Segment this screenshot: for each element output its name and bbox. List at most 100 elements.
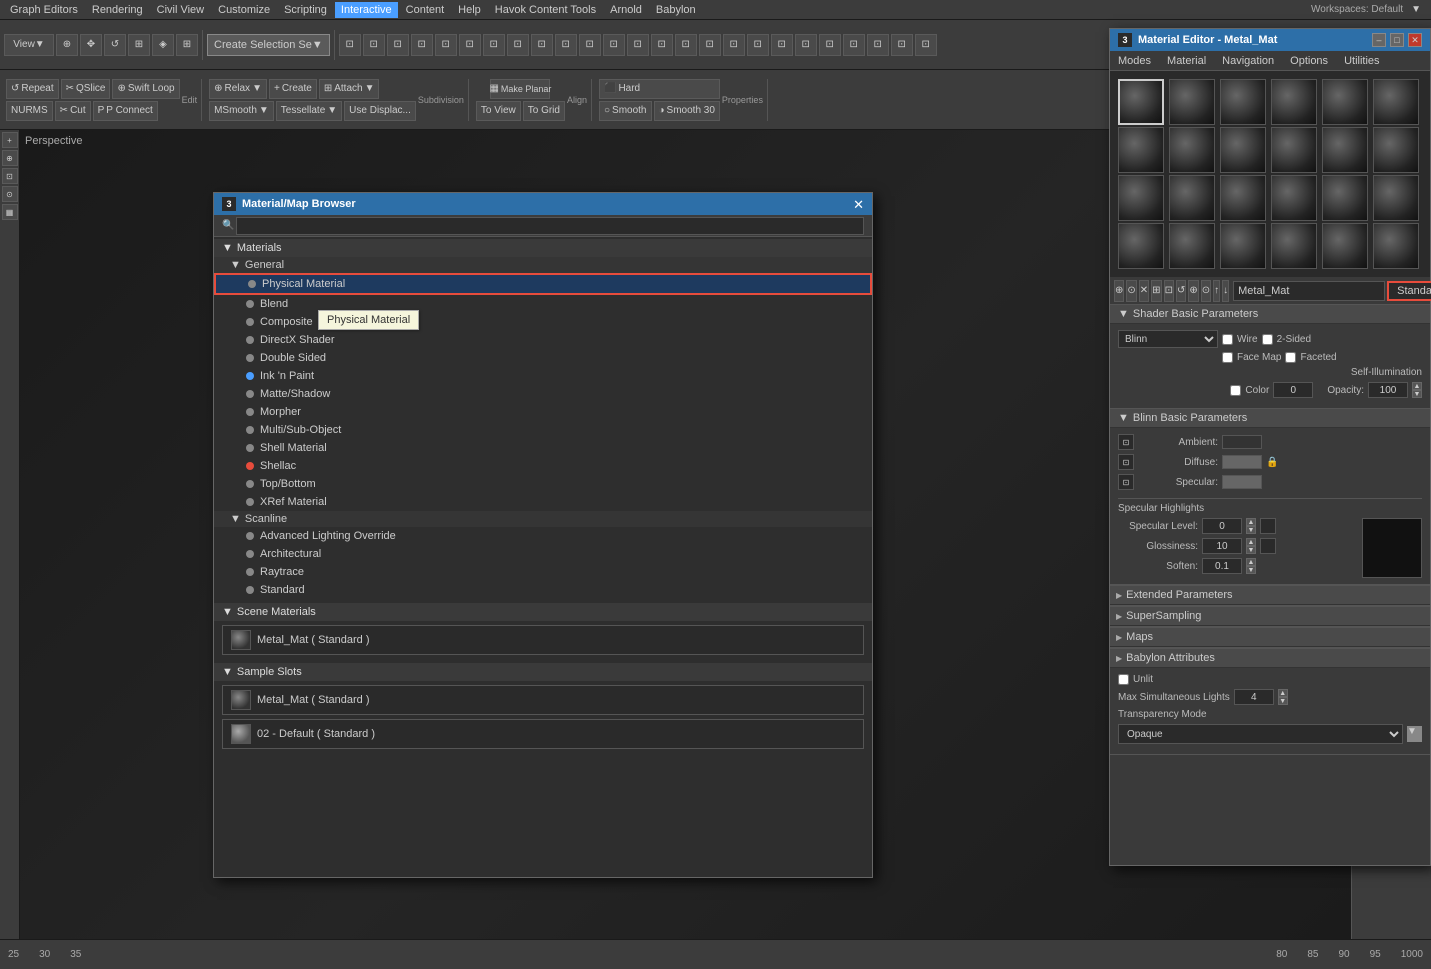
snap15-icon[interactable]: ⊡ (675, 34, 697, 56)
sphere-cell-7[interactable] (1118, 127, 1164, 173)
menu-arnold[interactable]: Arnold (604, 2, 648, 18)
select-icon[interactable]: ⊕ (56, 34, 78, 56)
sphere-cell-2[interactable] (1169, 79, 1215, 125)
cut-btn[interactable]: ✂ Cut (55, 101, 91, 121)
mat-get-material[interactable]: ⊕ (1114, 280, 1124, 302)
menu-rendering[interactable]: Rendering (86, 2, 149, 18)
ambient-map-btn[interactable]: ⊡ (1118, 434, 1134, 450)
scene-materials-header[interactable]: ▼ Scene Materials (214, 603, 872, 621)
specular-map-btn[interactable]: ⊡ (1118, 474, 1134, 490)
diffuse-map-btn[interactable]: ⊡ (1118, 454, 1134, 470)
mat-delete[interactable]: ✕ (1139, 280, 1149, 302)
glossiness-map[interactable] (1260, 538, 1276, 554)
left-btn-2[interactable]: ⊕ (2, 150, 18, 166)
sphere-cell-22[interactable] (1271, 223, 1317, 269)
snap5-icon[interactable]: ⊡ (435, 34, 457, 56)
directx-item[interactable]: DirectX Shader (214, 331, 872, 349)
metal-mat-scene-item[interactable]: Metal_Mat ( Standard ) (222, 625, 864, 655)
opacity-down[interactable]: ▼ (1412, 390, 1422, 398)
soften-value[interactable] (1202, 558, 1242, 574)
shellac-item[interactable]: Shellac (214, 457, 872, 475)
ambient-swatch[interactable] (1222, 435, 1262, 449)
snap4-icon[interactable]: ⊡ (411, 34, 433, 56)
snap9-icon[interactable]: ⊡ (531, 34, 553, 56)
mat-menu-material[interactable]: Material (1159, 53, 1214, 69)
rotate-icon[interactable]: ↺ (104, 34, 126, 56)
menu-customize[interactable]: Customize (212, 2, 276, 18)
mat-copy[interactable]: ⊞ (1151, 280, 1161, 302)
smooth-btn[interactable]: ○ Smooth (599, 101, 652, 121)
max-lights-up[interactable]: ▲ (1278, 689, 1288, 697)
double-sided-item[interactable]: Double Sided (214, 349, 872, 367)
align-icon[interactable]: ⊞ (176, 34, 198, 56)
opacity-spinner[interactable]: ▲ ▼ (1412, 382, 1422, 398)
sphere-cell-8[interactable] (1169, 127, 1215, 173)
sphere-cell-13[interactable] (1118, 175, 1164, 221)
glossiness-value[interactable] (1202, 538, 1242, 554)
menu-graph-editors[interactable]: Graph Editors (4, 2, 84, 18)
face-map-checkbox[interactable] (1222, 352, 1233, 363)
use-displace-btn[interactable]: Use Displac... (344, 101, 416, 121)
mat-select-by[interactable]: ⊙ (1201, 280, 1211, 302)
snap13-icon[interactable]: ⊡ (627, 34, 649, 56)
soften-spinner[interactable]: ▲ ▼ (1246, 558, 1256, 574)
spec-level-value[interactable] (1202, 518, 1242, 534)
hard-btn[interactable]: ⬛ Hard (599, 79, 720, 99)
spec-level-spinner[interactable]: ▲ ▼ (1246, 518, 1256, 534)
tessellate-btn[interactable]: Tessellate ▼ (276, 101, 342, 121)
snap2-icon[interactable]: ⊡ (363, 34, 385, 56)
architectural-item[interactable]: Architectural (214, 545, 872, 563)
rendersetup-icon[interactable]: ⊡ (867, 34, 889, 56)
mat-unique[interactable]: ⊡ (1164, 280, 1174, 302)
left-btn-4[interactable]: ⊙ (2, 186, 18, 202)
snap17-icon[interactable]: ⊡ (723, 34, 745, 56)
sphere-cell-19[interactable] (1118, 223, 1164, 269)
sphere-cell-6[interactable] (1373, 79, 1419, 125)
qslice-btn[interactable]: ✂ QSlice (61, 79, 111, 99)
snap3-icon[interactable]: ⊡ (387, 34, 409, 56)
sphere-cell-3[interactable] (1220, 79, 1266, 125)
glossiness-spinner[interactable]: ▲ ▼ (1246, 538, 1256, 554)
scale-icon[interactable]: ⊞ (128, 34, 150, 56)
max-lights-down[interactable]: ▼ (1278, 697, 1288, 705)
render-icon[interactable]: ⊡ (771, 34, 793, 56)
opacity-value[interactable] (1368, 382, 1408, 398)
create-selection-button[interactable]: Create Selection Se ▼ (207, 34, 330, 56)
snap8-icon[interactable]: ⊡ (507, 34, 529, 56)
blend-item[interactable]: Blend (214, 295, 872, 313)
xref-material-item[interactable]: XRef Material (214, 493, 872, 511)
two-sided-checkbox[interactable] (1262, 334, 1273, 345)
multi-sub-item[interactable]: Multi/Sub-Object (214, 421, 872, 439)
dialog-close-button[interactable]: ✕ (853, 198, 864, 211)
left-btn-1[interactable]: + (2, 132, 18, 148)
renderframe-icon[interactable]: ⊡ (819, 34, 841, 56)
snap7-icon[interactable]: ⊡ (483, 34, 505, 56)
menu-content[interactable]: Content (400, 2, 451, 18)
sphere-cell-4[interactable] (1271, 79, 1317, 125)
sphere-cell-16[interactable] (1271, 175, 1317, 221)
material-search-input[interactable] (236, 217, 864, 235)
nurms-btn[interactable]: NURMS (6, 101, 53, 121)
mat-menu-modes[interactable]: Modes (1110, 53, 1159, 69)
blinn-basic-header[interactable]: ▼ Blinn Basic Parameters (1110, 409, 1430, 428)
swift-loop-btn[interactable]: ⊕ Swift Loop (112, 79, 179, 99)
sphere-cell-14[interactable] (1169, 175, 1215, 221)
mat-editor-icon[interactable]: ⊡ (843, 34, 865, 56)
material-type-badge[interactable]: Standard (1387, 281, 1431, 301)
sphere-cell-20[interactable] (1169, 223, 1215, 269)
matte-shadow-item[interactable]: Matte/Shadow (214, 385, 872, 403)
mat-put-material[interactable]: ⊙ (1126, 280, 1136, 302)
create-btn[interactable]: + Create (269, 79, 317, 99)
renderprev-icon[interactable]: ⊡ (795, 34, 817, 56)
smooth30-btn[interactable]: ◑ Smooth 30 (654, 101, 720, 121)
spec-level-up[interactable]: ▲ (1246, 518, 1256, 526)
sphere-cell-21[interactable] (1220, 223, 1266, 269)
snap16-icon[interactable]: ⊡ (699, 34, 721, 56)
menu-babylon[interactable]: Babylon (650, 2, 702, 18)
transparency-mode-select[interactable]: Opaque Alpha Test Alpha Blend Alpha Blen… (1118, 724, 1403, 744)
sphere-cell-15[interactable] (1220, 175, 1266, 221)
mat-editor-maximize[interactable]: □ (1390, 33, 1404, 47)
spec-level-down[interactable]: ▼ (1246, 526, 1256, 534)
glossiness-up[interactable]: ▲ (1246, 538, 1256, 546)
menu-scripting[interactable]: Scripting (278, 2, 333, 18)
